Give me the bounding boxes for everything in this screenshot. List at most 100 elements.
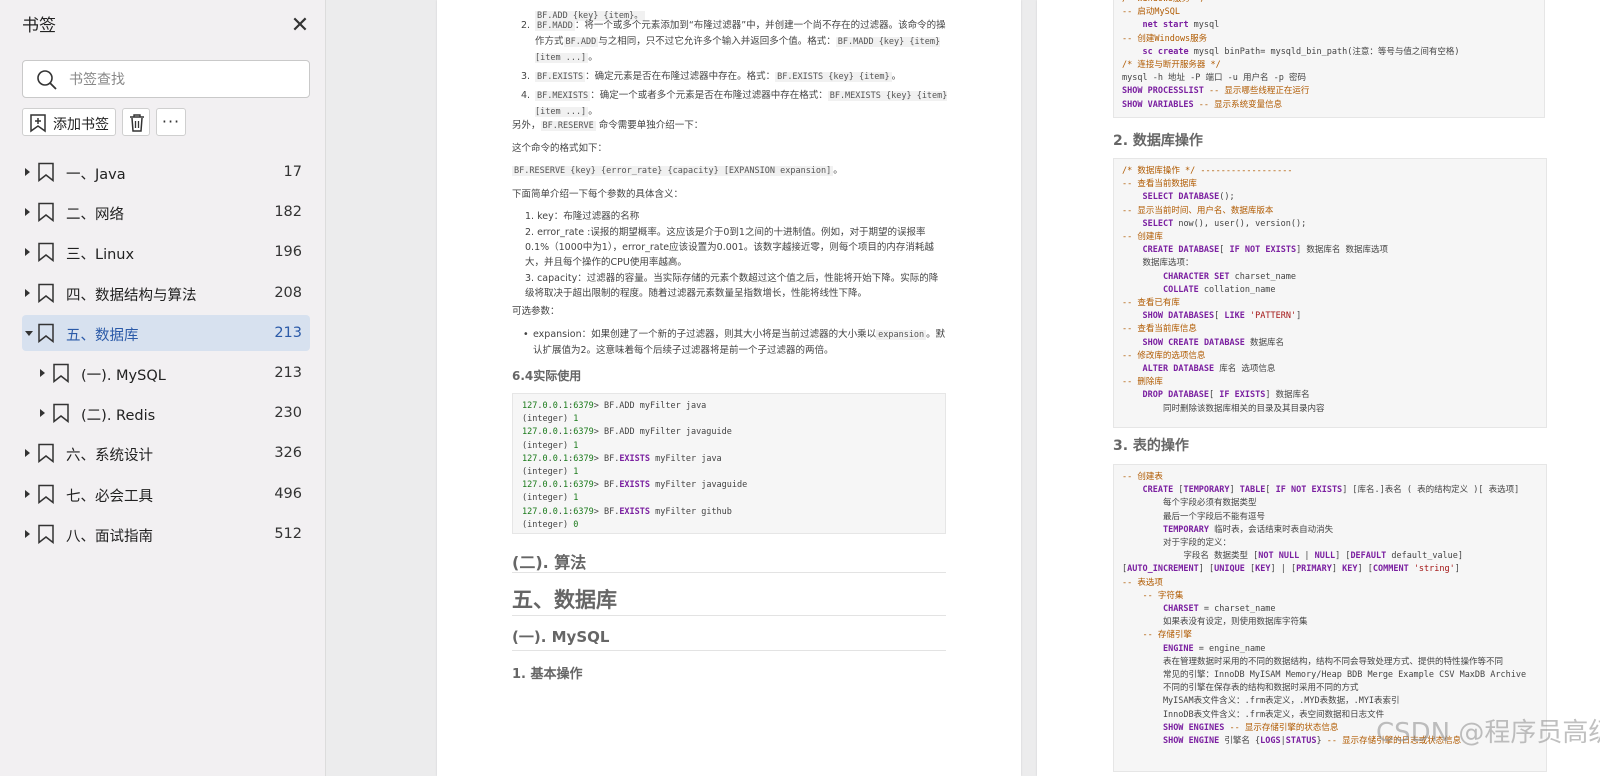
text: ：确定元素是否在布隆过滤器中存在。格式： <box>585 71 776 82</box>
expand-arrow-icon[interactable] <box>25 489 30 498</box>
code-line: (integer) 1 <box>522 493 579 504</box>
bookmark-page-number: 230 <box>274 405 302 422</box>
bookmark-item[interactable]: 一、Java 17 <box>22 154 310 190</box>
bookmark-item[interactable]: 六、系统设计 326 <box>22 435 310 471</box>
bookmark-tree: 一、Java 17 二、网络 182 三、Linux 196 四、数据结构与算法 208 五、数… <box>22 154 310 556</box>
search-icon <box>37 70 57 90</box>
code-line: 不同的引擎在保存表的结构和数据时采用不同的方式 <box>1122 683 1359 694</box>
text: 。 <box>588 52 598 63</box>
text: 与之相同，只不过它允许多个输入并返回多个值。格式： <box>598 36 836 47</box>
code-line: -- 修改库的选项信息 <box>1122 350 1206 361</box>
collapse-arrow-icon[interactable] <box>25 330 33 336</box>
code-line: -- 创建库 <box>1122 232 1163 243</box>
code-line: 同时删除该数据库相关的目录及其目录内容 <box>1122 403 1325 414</box>
bookmark-icon <box>38 444 54 464</box>
bookmark-label: (一). MySQL <box>81 367 166 384</box>
bf-command-list: 2. BF.MADD ：将一个或多个元素添加到“布隆过滤器”中，并创建一个尚不存在的… <box>521 18 951 123</box>
code-line: net start mysql <box>1142 20 1220 31</box>
add-bookmark-icon <box>30 114 46 133</box>
paragraph: BF.RESERVE {key} {error_rate} {capacity}… <box>512 163 843 179</box>
code-line: (integer) 0 <box>522 519 579 530</box>
bookmark-item[interactable]: 七、必会工具 496 <box>22 476 310 512</box>
divider <box>512 572 946 573</box>
document-page-right: /* Windows服务 */-- 启动MySQL net start mysq… <box>1037 0 1600 776</box>
expand-arrow-icon[interactable] <box>40 368 45 377</box>
section-heading: (二). 算法 <box>512 553 587 572</box>
code-line: MyISAM表文件含义：.frm表定义，.MYD表数据，.MYI表索引 <box>1122 696 1400 707</box>
code-line: (integer) 1 <box>522 414 579 425</box>
code-line: 127.0.0.1:6379> BF.ADD myFilter javaguid… <box>522 427 732 438</box>
expand-arrow-icon[interactable] <box>25 288 30 297</box>
bookmark-search-box[interactable] <box>22 60 310 98</box>
inline-code: BF.MEXISTS <box>535 91 591 101</box>
paragraph: 这个命令的格式如下： <box>512 143 608 154</box>
more-options-button[interactable]: ··· <box>156 108 186 136</box>
bookmark-page-number: 213 <box>274 324 302 341</box>
bookmark-icon <box>38 323 54 343</box>
bookmark-item[interactable]: (二). Redis 230 <box>22 395 310 431</box>
bookmark-item[interactable]: 四、数据结构与算法 208 <box>22 275 310 311</box>
bookmark-page-number: 213 <box>274 364 302 381</box>
code-line: -- 字符集 <box>1142 590 1184 601</box>
bookmark-search-input[interactable] <box>67 67 301 93</box>
bookmark-page-number: 17 <box>283 164 302 180</box>
bookmark-page-number: 326 <box>274 445 302 462</box>
bookmark-icon <box>53 403 69 424</box>
code-block: 127.0.0.1:6379> BF.ADD myFilter java (int… <box>512 393 946 534</box>
paragraph: 可选参数： <box>512 306 560 317</box>
bookmark-item[interactable]: 五、数据库 213 <box>22 314 310 351</box>
bookmark-icon <box>38 162 54 182</box>
bookmark-label: 二、网络 <box>66 207 124 224</box>
code-block: /* Windows服务 */-- 启动MySQL net start mysq… <box>1113 0 1545 118</box>
paragraph: 另外， BF.RESERVE 命令需要单独介绍一下： <box>512 118 952 134</box>
bookmark-sidebar: 书签 ✕ 添加书签 ··· 一、Java 17 二、网络 182 三、Linux 196 四… <box>0 0 326 776</box>
document-viewer[interactable]: BF.ADD {key} {item}。 2. BF.MADD ：将一个或多个元素添… <box>326 0 1600 776</box>
expand-arrow-icon[interactable] <box>25 449 30 458</box>
expand-arrow-icon[interactable] <box>25 208 30 217</box>
code-line: SELECT DATABASE(); <box>1142 192 1235 203</box>
bookmark-icon <box>38 243 54 263</box>
bookmark-page-number: 196 <box>274 244 302 261</box>
code-line: CHARACTER SET charset_name <box>1162 271 1297 282</box>
text: ：确定一个或者多个元素是否在布隆过滤器中存在格式： <box>590 90 828 101</box>
text: 另外， <box>512 120 541 131</box>
code-line: 127.0.0.1:6379> BF.EXISTS myFilter githu… <box>522 506 732 517</box>
list-number: 3. <box>521 71 531 82</box>
bookmark-icon <box>38 202 54 223</box>
expand-arrow-icon[interactable] <box>40 409 45 418</box>
bullet: • <box>523 329 529 340</box>
divider <box>512 615 946 616</box>
code-line: ENGINE = engine_name <box>1162 643 1266 654</box>
expand-arrow-icon[interactable] <box>25 168 30 176</box>
bookmark-item[interactable]: (一). MySQL 213 <box>22 355 310 391</box>
more-icon: ··· <box>161 112 181 131</box>
bookmark-item[interactable]: 二、网络 182 <box>22 194 310 230</box>
list-item: 4. BF.MEXISTS ：确定一个或者多个元素是否在布隆过滤器中存在格式： BF.… <box>521 88 951 120</box>
bookmark-page-number: 182 <box>274 204 302 221</box>
bookmark-item[interactable]: 八、面试指南 512 <box>22 516 310 552</box>
code-line: SHOW VARIABLES -- 显示系统变量信息 <box>1122 99 1283 110</box>
code-line: -- 创建表 <box>1122 472 1163 482</box>
code-line: -- 查看当前数据库 <box>1122 179 1197 190</box>
code-line: CHARSET = charset_name <box>1162 604 1276 615</box>
watermark: CSDN @程序员高级码农 <box>1376 718 1600 748</box>
expand-arrow-icon[interactable] <box>25 248 30 257</box>
code-line: CREATE [TEMPORARY] TABLE[ IF NOT EXISTS]… <box>1142 485 1520 496</box>
chapter-heading: 五、数据库 <box>512 588 617 612</box>
add-bookmark-button[interactable]: 添加书签 <box>22 108 116 136</box>
code-line: 最后一个字段后不能有逗号 <box>1122 511 1265 522</box>
bookmark-item[interactable]: 三、Linux 196 <box>22 234 310 270</box>
code-line: CREATE DATABASE[ IF NOT EXISTS] 数据库名 数据库… <box>1142 245 1388 256</box>
expand-arrow-icon[interactable] <box>25 529 30 538</box>
close-icon[interactable]: ✕ <box>288 14 312 38</box>
trash-icon <box>130 114 144 132</box>
list-number: 2. <box>521 20 531 31</box>
inline-code: BF.EXISTS {key} {item} <box>775 72 892 82</box>
inline-code: BF.ADD <box>563 37 599 47</box>
text: 。 <box>588 106 598 117</box>
list-item: • expansion：如果创建了一个新的子过滤器，则其大小将是当前过滤器的大小… <box>523 327 947 358</box>
text: expansion：如果创建了一个新的子过滤器，则其大小将是当前过滤器的大小乘以 <box>533 329 877 340</box>
delete-bookmark-button[interactable] <box>122 108 150 136</box>
code-line: SHOW DATABASES[ LIKE 'PATTERN'] <box>1142 311 1302 322</box>
divider <box>512 650 946 651</box>
